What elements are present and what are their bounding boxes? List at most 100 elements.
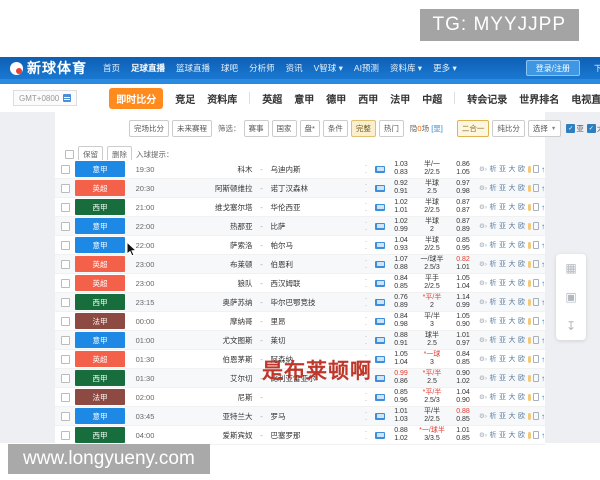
analysis-link[interactable]: 析 <box>490 221 497 231</box>
collapse-icon[interactable]: ↑ <box>541 393 545 402</box>
row-checkbox[interactable] <box>55 183 75 193</box>
live-stream-icon[interactable] <box>372 203 388 211</box>
filter-chip-4[interactable]: 条件 <box>322 120 348 137</box>
live-stream-icon[interactable] <box>372 317 388 325</box>
save-icon[interactable] <box>527 260 531 268</box>
analysis-link[interactable]: 析 <box>490 335 497 345</box>
row-checkbox[interactable] <box>55 240 75 250</box>
analysis-link[interactable]: 析 <box>490 411 497 421</box>
filter-chip-6[interactable]: 热门 <box>378 120 404 137</box>
over-under-link[interactable]: 大 <box>509 373 516 383</box>
live-stream-icon[interactable] <box>372 355 388 363</box>
tab-6[interactable]: 意甲 <box>294 91 314 106</box>
settings-expand-icon[interactable]: ⚙› <box>479 260 487 268</box>
over-under-link[interactable]: 大 <box>509 183 516 193</box>
analysis-link[interactable]: 析 <box>490 316 497 326</box>
filter-chip-3[interactable]: 盘* <box>299 120 320 137</box>
asia-odds-link[interactable]: 亚 <box>499 297 506 307</box>
two-in-one-button[interactable]: 二合一 <box>456 120 490 137</box>
league-badge[interactable]: 英超 <box>75 256 125 272</box>
over-under-link[interactable]: 大 <box>509 392 516 402</box>
home-team[interactable]: 尼斯 <box>163 392 256 403</box>
euro-odds-link[interactable]: 欧 <box>518 373 525 383</box>
euro-odds-link[interactable]: 欧 <box>518 297 525 307</box>
euro-odds-link[interactable]: 欧 <box>518 240 525 250</box>
tab-8[interactable]: 西甲 <box>358 91 378 106</box>
tv-outline-icon[interactable] <box>533 374 539 382</box>
collapse-icon[interactable]: ↑ <box>541 260 545 269</box>
asia-odds-link[interactable]: 亚 <box>499 278 506 288</box>
timezone-selector[interactable]: GMT+0800 <box>13 90 78 106</box>
collapse-icon[interactable]: ↑ <box>541 279 545 288</box>
league-badge[interactable]: 意甲 <box>75 161 125 177</box>
tv-outline-icon[interactable] <box>533 165 539 173</box>
nav-item-1[interactable]: 首页 <box>103 62 120 74</box>
tab-1[interactable]: 即时比分 <box>109 87 164 109</box>
row-checkbox[interactable] <box>55 316 75 326</box>
select-all-checkbox[interactable] <box>65 150 74 159</box>
qr-code-icon[interactable]: ▦ <box>565 261 576 275</box>
home-team[interactable]: 亚特兰大 <box>163 411 256 422</box>
save-icon[interactable] <box>527 431 531 439</box>
tv-outline-icon[interactable] <box>533 298 539 306</box>
euro-odds-link[interactable]: 欧 <box>518 259 525 269</box>
settings-expand-icon[interactable]: ⚙› <box>479 222 487 230</box>
live-stream-icon[interactable] <box>372 374 388 382</box>
over-under-link[interactable]: 大 <box>509 240 516 250</box>
nav-item-10[interactable]: 更多 ▾ <box>433 62 457 74</box>
mobile-app-icon[interactable]: ▣ <box>565 290 576 304</box>
live-stream-icon[interactable] <box>372 241 388 249</box>
euro-odds-link[interactable]: 欧 <box>518 392 525 402</box>
tv-outline-icon[interactable] <box>533 279 539 287</box>
asia-odds-link[interactable]: 亚 <box>499 373 506 383</box>
league-badge[interactable]: 意甲 <box>75 332 125 348</box>
home-team[interactable]: 尤文图斯 <box>163 335 256 346</box>
row-checkbox[interactable] <box>55 221 75 231</box>
tab-3[interactable]: 资料库 <box>207 91 237 106</box>
asia-odds-link[interactable]: 亚 <box>499 240 506 250</box>
home-team[interactable]: 热那亚 <box>163 221 256 232</box>
away-team[interactable]: 巴塞罗那 <box>268 430 361 441</box>
live-stream-icon[interactable] <box>372 393 388 401</box>
site-logo[interactable]: 新球体育 <box>10 58 87 78</box>
asia-odds-link[interactable]: 亚 <box>499 221 506 231</box>
login-button[interactable]: 登录/注册 <box>525 60 580 76</box>
tv-outline-icon[interactable] <box>533 222 539 230</box>
select-dropdown[interactable]: 选择 ▼ <box>527 120 562 137</box>
over-under-link[interactable]: 大 <box>509 278 516 288</box>
league-badge[interactable]: 英超 <box>75 275 125 291</box>
over-under-link[interactable]: 大 <box>509 259 516 269</box>
collapse-icon[interactable]: ↑ <box>541 431 545 440</box>
settings-expand-icon[interactable]: ⚙› <box>479 279 487 287</box>
asia-odds-link[interactable]: 亚 <box>499 335 506 345</box>
league-badge[interactable]: 意甲 <box>75 237 125 253</box>
nav-item-5[interactable]: 分析师 <box>249 62 275 74</box>
home-team[interactable]: 阿斯顿维拉 <box>163 183 256 194</box>
tv-outline-icon[interactable] <box>533 184 539 192</box>
row-checkbox[interactable] <box>55 411 75 421</box>
collapse-icon[interactable]: ↑ <box>541 222 545 231</box>
league-badge[interactable]: 西甲 <box>75 294 125 310</box>
euro-odds-link[interactable]: 欧 <box>518 202 525 212</box>
over-under-link[interactable]: 大 <box>509 354 516 364</box>
over-under-link[interactable]: 大 <box>509 411 516 421</box>
euro-odds-link[interactable]: 欧 <box>518 316 525 326</box>
save-icon[interactable] <box>527 412 531 420</box>
away-team[interactable]: 诺丁汉森林 <box>268 183 361 194</box>
euro-odds-link[interactable]: 欧 <box>518 430 525 440</box>
collapse-icon[interactable]: ↑ <box>541 317 545 326</box>
collapse-icon[interactable]: ↑ <box>541 336 545 345</box>
filter-chip-5[interactable]: 完整 <box>350 120 376 137</box>
live-stream-icon[interactable] <box>372 165 388 173</box>
away-team[interactable]: 伯恩利 <box>268 259 361 270</box>
home-team[interactable]: 维戈塞尔塔 <box>163 202 256 213</box>
tv-outline-icon[interactable] <box>533 355 539 363</box>
odds-checkbox-1[interactable]: ✓ 亚 <box>566 123 584 134</box>
save-icon[interactable] <box>527 355 531 363</box>
league-badge[interactable]: 意甲 <box>75 218 125 234</box>
row-checkbox[interactable] <box>55 335 75 345</box>
nav-item-6[interactable]: 资讯 <box>286 62 303 74</box>
save-icon[interactable] <box>527 241 531 249</box>
euro-odds-link[interactable]: 欧 <box>518 354 525 364</box>
collapse-icon[interactable]: ↑ <box>541 203 545 212</box>
